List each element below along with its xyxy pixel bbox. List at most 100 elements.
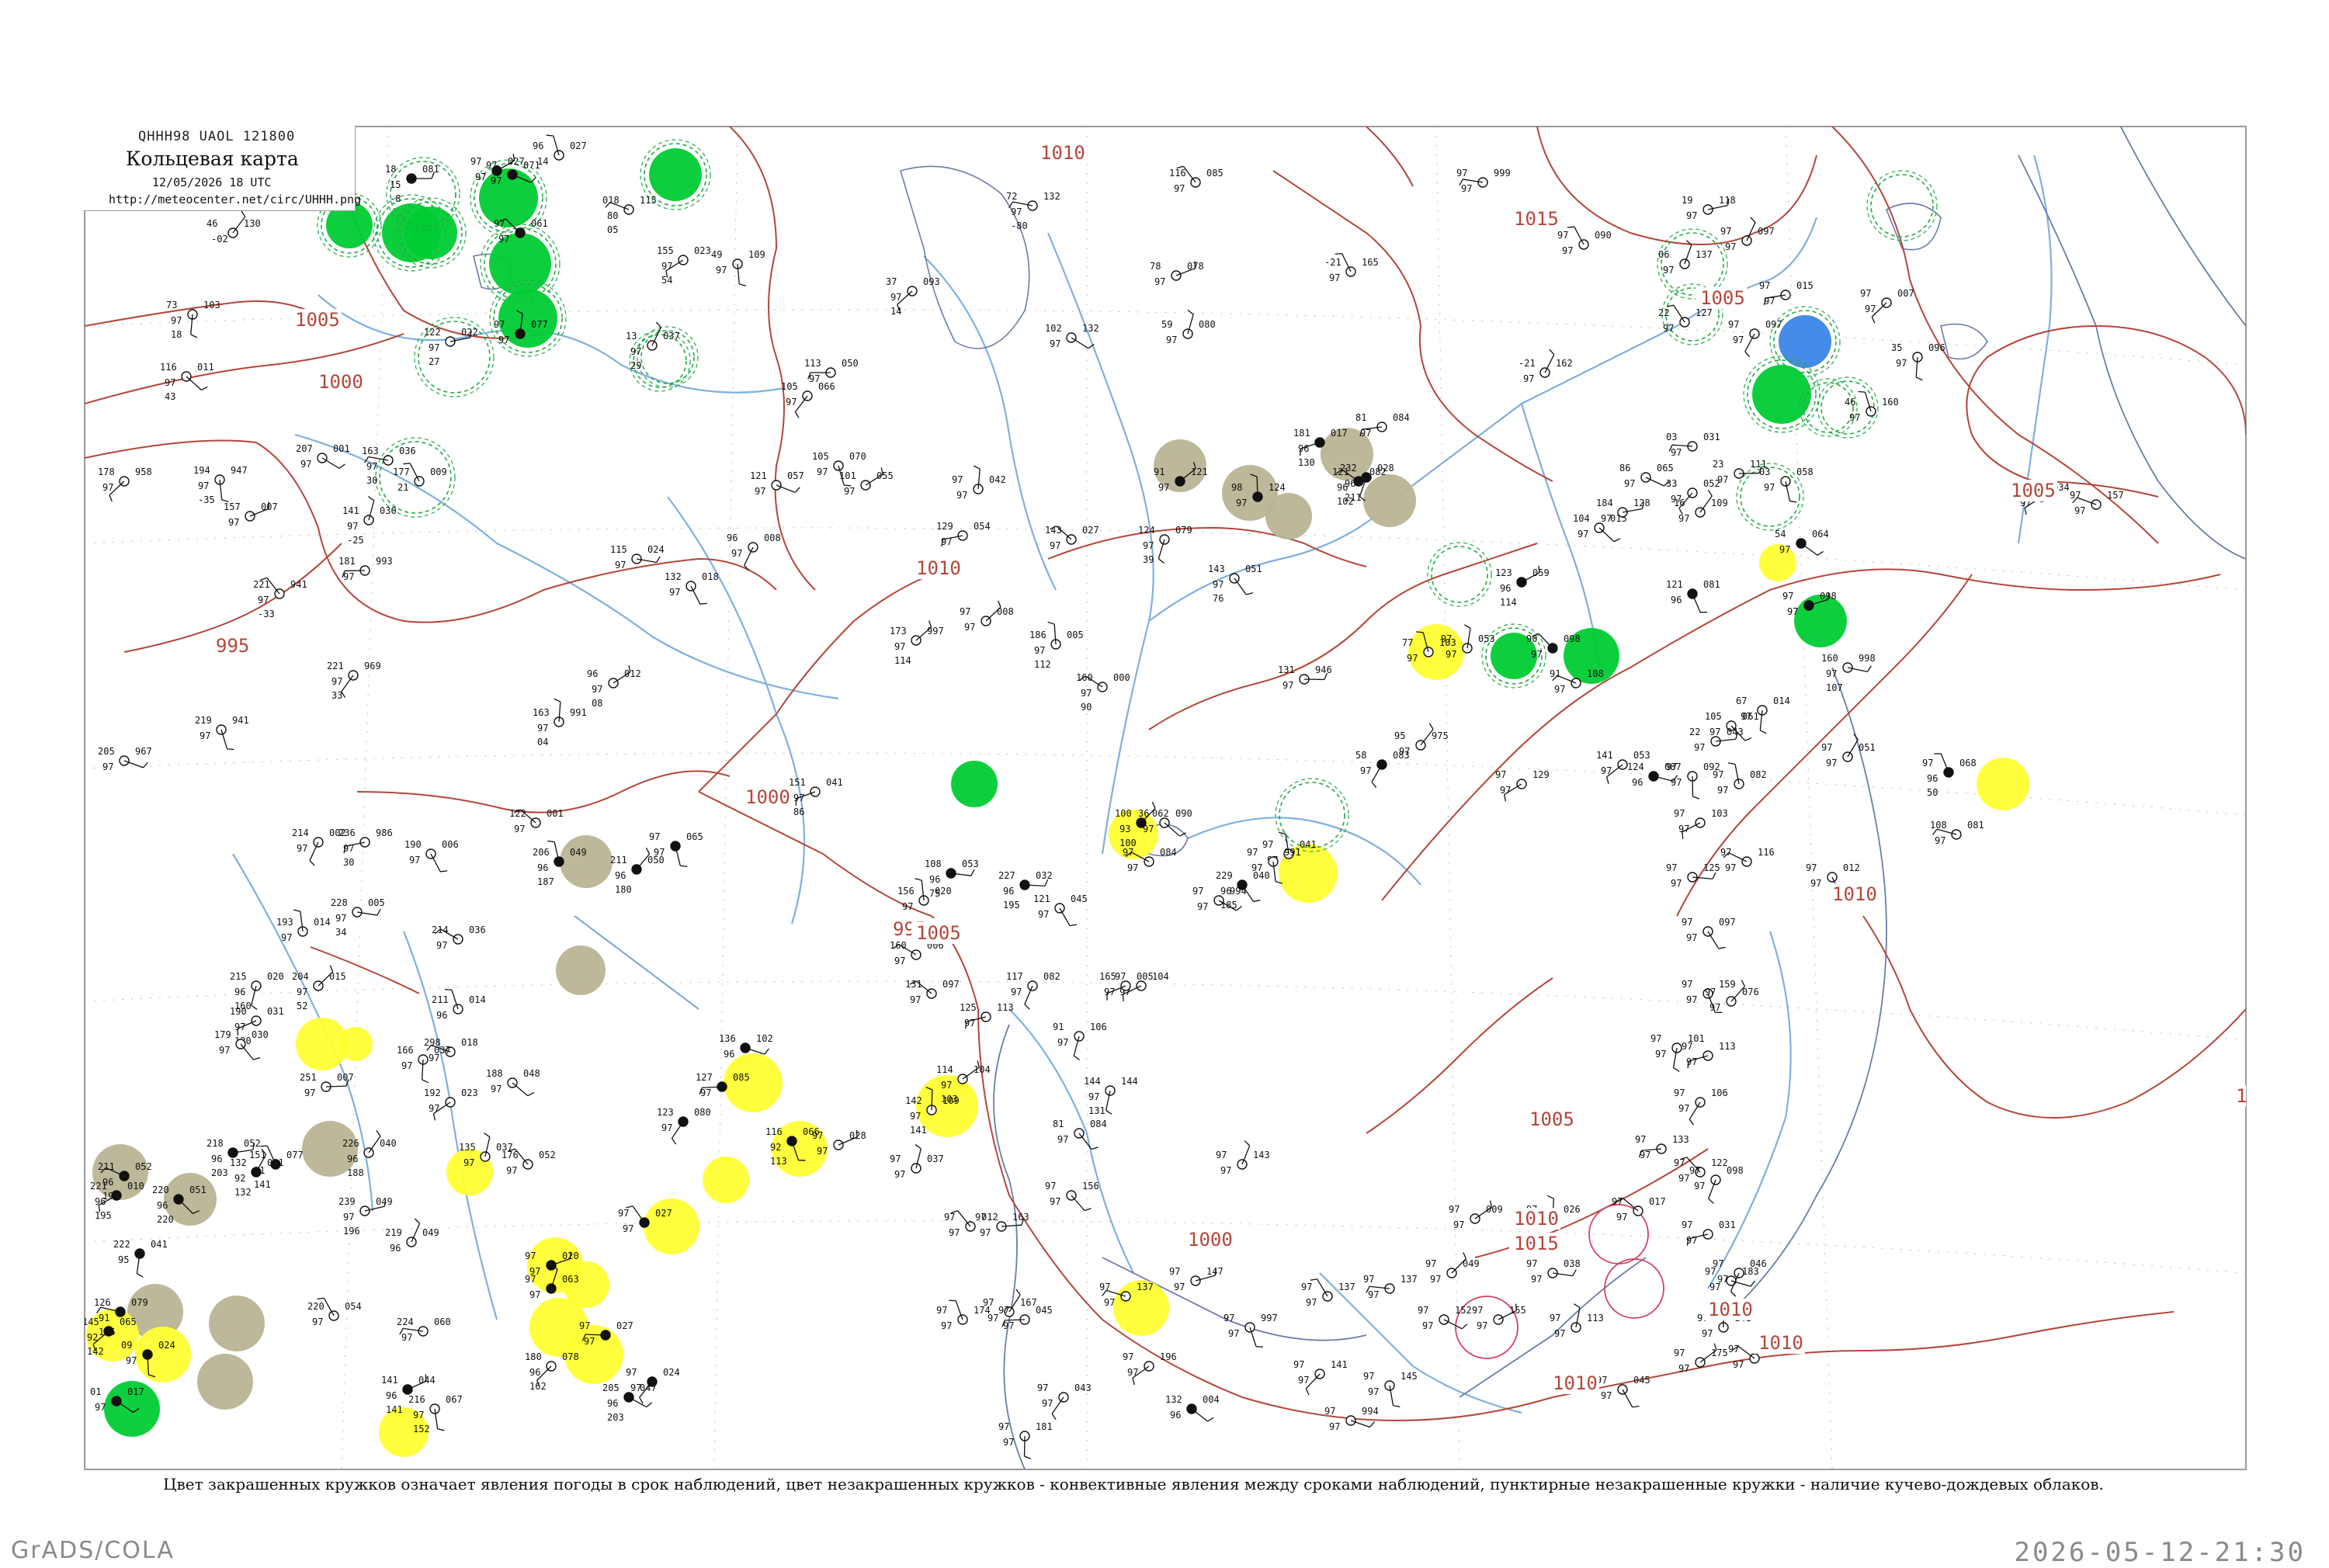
station-plot: 21403697 xyxy=(432,924,486,951)
isobar-label: 1005 xyxy=(2011,480,2056,501)
station-plot: 17399797114 xyxy=(890,620,944,666)
station-pressure: 077 xyxy=(286,1150,304,1160)
wind-barb xyxy=(672,1122,683,1139)
wind-barb-feather xyxy=(554,699,561,702)
wind-barb xyxy=(629,1397,647,1407)
station-temp: 131 xyxy=(905,979,922,990)
wind-barb-feather xyxy=(484,1133,489,1137)
shower-weather-circle xyxy=(724,1053,783,1112)
station-plot: 22194197-33 xyxy=(253,578,307,619)
station-temp: 97 xyxy=(618,1208,629,1219)
station-plot: 11305097 xyxy=(804,358,859,384)
station-temp: 96 xyxy=(727,532,738,543)
wind-barb xyxy=(1539,633,1553,648)
station-dew: 97 xyxy=(1663,265,1674,276)
station-temp: 97 xyxy=(1782,591,1793,602)
wind-barb-feather xyxy=(1310,1279,1317,1281)
station-temp: 97 xyxy=(936,1305,947,1316)
source-url[interactable]: http://meteocenter.net/circ/UHHH.png xyxy=(109,193,361,206)
station-dew: 96 xyxy=(1003,886,1014,897)
station-temp: 176 xyxy=(502,1150,519,1160)
station-dew: 97 xyxy=(1686,994,1697,1005)
station-plot: 12308097 xyxy=(657,1107,711,1144)
station-plot: 12105797 xyxy=(750,470,804,497)
station-plot: 10808197 xyxy=(1930,820,1984,846)
station-plot: 17903097 xyxy=(214,1029,269,1060)
station-tend: 30 xyxy=(343,857,354,868)
station-pressure: 991 xyxy=(570,707,587,718)
station-plot: 9799497 xyxy=(1192,886,1247,912)
wind-barb-feather xyxy=(1689,1119,1693,1125)
station-tend: 90 xyxy=(1081,702,1092,713)
station-plot: 19202397 xyxy=(424,1088,478,1120)
station-plot: 9602714 xyxy=(533,135,587,167)
wind-barb-feather xyxy=(1092,1147,1099,1150)
station-plot: 12511397 xyxy=(960,1002,1014,1029)
station-plot: 1600009790 xyxy=(1076,672,1130,713)
station-pressure: 079 xyxy=(1175,525,1192,536)
station-dew: 93 xyxy=(1119,824,1130,834)
wind-barb-feather xyxy=(1462,1324,1467,1329)
station-dew: 97 xyxy=(894,1169,905,1180)
station-plot: 29801897 xyxy=(424,1037,478,1063)
station-temp: 97 xyxy=(890,1153,901,1164)
station-dew: 97 xyxy=(1741,711,1751,722)
station-temp: 97 xyxy=(1682,917,1692,928)
station-pressure: 078 xyxy=(1187,261,1204,272)
station-dew: 96 xyxy=(1345,478,1355,489)
station-dew: 96 xyxy=(386,1390,397,1401)
station-dew: 97 xyxy=(1601,765,1612,776)
station-pressure: 130 xyxy=(244,218,261,229)
station-dew: 97 xyxy=(1686,1235,1697,1246)
wind-barb xyxy=(342,675,353,692)
station-tend: 130 xyxy=(1298,457,1315,468)
station-pressure: 054 xyxy=(345,1301,362,1312)
station-dew: 97 xyxy=(1717,474,1728,485)
station-plot: 9799497 xyxy=(1324,1406,1379,1432)
station-pressure: 027 xyxy=(655,1208,672,1219)
station-temp: 97 xyxy=(525,1251,536,1261)
station-pressure: 156 xyxy=(1082,1181,1099,1192)
station-pressure: 071 xyxy=(523,160,540,171)
station-pressure: 175 xyxy=(1711,1348,1728,1358)
station-pressure: 058 xyxy=(1796,467,1814,477)
station-dew: 97 xyxy=(1127,1367,1138,1378)
station-pressure: 113 xyxy=(997,1002,1014,1013)
wind-barb xyxy=(1623,1389,1633,1407)
station-temp: 143 xyxy=(1045,525,1062,536)
station-temp: 179 xyxy=(214,1029,231,1040)
station-temp: 132 xyxy=(665,571,682,582)
station-pressure: 055 xyxy=(876,470,894,481)
wind-barb xyxy=(691,586,700,604)
station-plot: 1430519776 xyxy=(1208,564,1262,604)
station-plot: 9715797 xyxy=(2070,490,2124,516)
station-temp: 131 xyxy=(1278,664,1295,675)
station-pressure: 045 xyxy=(1071,893,1088,904)
station-plot: 9713797 xyxy=(1301,1279,1355,1308)
station-pressure: 079 xyxy=(131,1297,148,1308)
station-pressure: 014 xyxy=(314,917,331,928)
station-tend: -33 xyxy=(258,609,275,619)
station-temp: 125 xyxy=(960,1002,977,1013)
station-temp: 115 xyxy=(610,544,627,555)
station-dew: 97 xyxy=(1011,987,1022,997)
station-pressure: 005 xyxy=(368,897,385,908)
station-pressure: 027 xyxy=(616,1320,633,1331)
station-dew: 21 xyxy=(397,482,408,493)
wind-barb-feather xyxy=(1916,377,1922,380)
station-pressure: 986 xyxy=(376,827,393,838)
station-dew: 97 xyxy=(219,1045,230,1056)
station-temp: 97 xyxy=(1720,847,1731,858)
station-dew: 97 xyxy=(941,1080,952,1091)
wind-barb-feather xyxy=(1158,559,1164,564)
station-plot: -2116597 xyxy=(1324,254,1379,283)
station-temp: 126 xyxy=(94,1297,111,1308)
station-tend: 29 xyxy=(630,360,641,371)
station-dew: 97 xyxy=(95,1402,106,1413)
wind-barb-feather xyxy=(433,1114,435,1121)
station-plot: 14302797 xyxy=(1045,525,1099,551)
station-dew: 97 xyxy=(1733,335,1744,345)
wind-barb-feather xyxy=(1394,1406,1401,1407)
station-tend: 188 xyxy=(347,1167,364,1178)
station-pressure: 994 xyxy=(1362,1406,1379,1417)
